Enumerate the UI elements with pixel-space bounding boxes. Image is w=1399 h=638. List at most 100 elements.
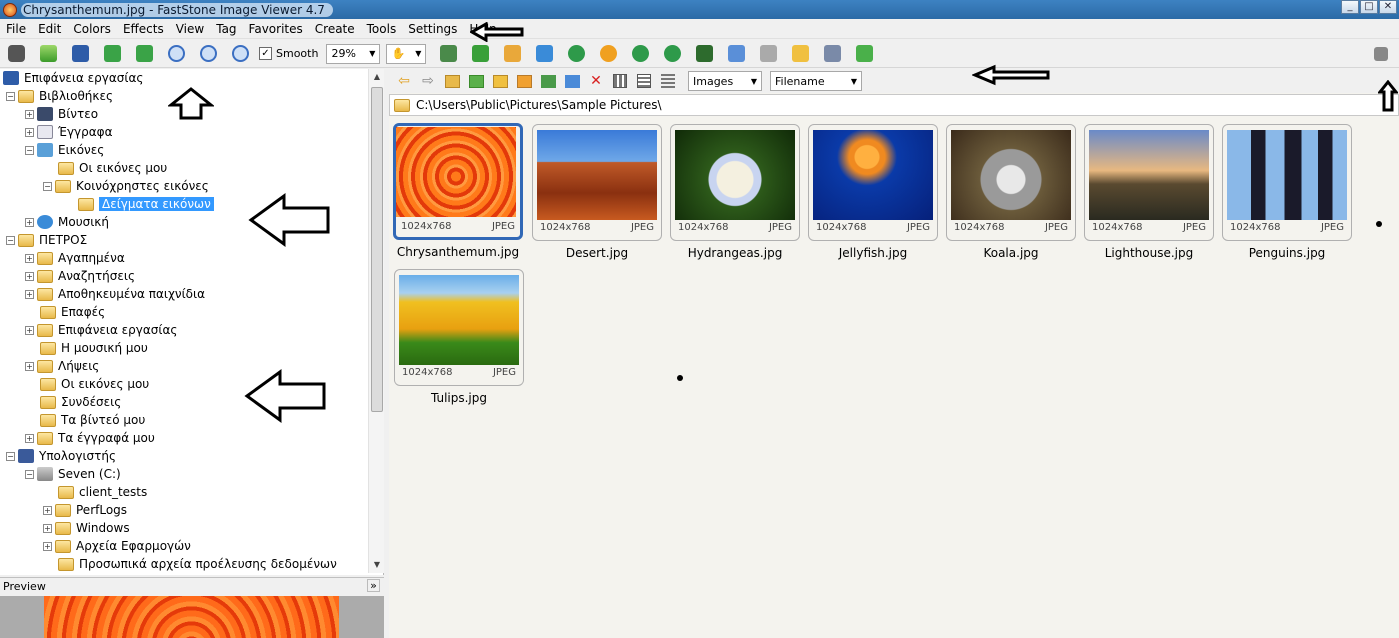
tree-node-my-music[interactable]: Η μουσική μου xyxy=(40,339,148,357)
expand-icon[interactable]: + xyxy=(25,433,34,443)
collapse-icon[interactable]: − xyxy=(25,145,34,155)
list-view-icon[interactable] xyxy=(635,72,653,90)
hand-tool-select[interactable]: ✋ ▼ xyxy=(386,43,427,64)
adjust-lighting-icon[interactable] xyxy=(596,42,620,66)
tree-node-sample-pictures[interactable]: Δείγματα εικόνων xyxy=(78,195,214,213)
next-image-icon[interactable] xyxy=(132,42,156,66)
collapse-icon[interactable]: − xyxy=(6,235,15,245)
resize-icon[interactable] xyxy=(468,42,492,66)
color-balance-icon[interactable] xyxy=(532,42,556,66)
email-icon[interactable] xyxy=(788,42,812,66)
collapse-icon[interactable]: − xyxy=(6,451,15,461)
print-icon[interactable] xyxy=(820,42,844,66)
tree-node-searches[interactable]: + Αναζητήσεις xyxy=(25,267,135,285)
zoom-select[interactable]: 29% ▼ xyxy=(326,43,381,64)
expand-icon[interactable]: + xyxy=(25,361,34,371)
canvas-icon[interactable] xyxy=(500,42,524,66)
refresh-folder-icon[interactable] xyxy=(467,72,485,90)
menu-settings[interactable]: Settings xyxy=(402,22,463,36)
tree-node-desktop[interactable]: Επιφάνεια εργασίας xyxy=(3,69,143,87)
settings-check-icon[interactable] xyxy=(852,42,876,66)
camera-icon[interactable] xyxy=(4,42,28,66)
actual-size-icon[interactable] xyxy=(228,42,252,66)
tree-node-drive-c[interactable]: − Seven (C:) xyxy=(25,465,121,483)
file-filter-select[interactable]: Images ▼ xyxy=(688,71,762,91)
new-folder-icon[interactable] xyxy=(491,72,509,90)
tree-node-client-tests[interactable]: client_tests xyxy=(58,483,147,501)
tree-node-computer[interactable]: − Υπολογιστής xyxy=(6,447,116,465)
tree-node-program-files[interactable]: + Αρχεία Εφαρμογών xyxy=(43,537,191,555)
forward-arrow-icon[interactable]: ⇨ xyxy=(419,72,437,90)
favorite-folder-icon[interactable] xyxy=(515,72,533,90)
maximize-button[interactable]: □ xyxy=(1360,0,1378,14)
delete-icon[interactable]: ✕ xyxy=(587,72,605,90)
expand-icon[interactable]: + xyxy=(43,505,52,515)
path-bar[interactable]: C:\Users\Public\Pictures\Sample Pictures… xyxy=(389,94,1399,116)
tree-node-links[interactable]: Συνδέσεις xyxy=(40,393,121,411)
tree-node-saved-games[interactable]: + Αποθηκευμένα παιχνίδια xyxy=(25,285,205,303)
collapse-icon[interactable]: − xyxy=(6,91,15,101)
menu-tools[interactable]: Tools xyxy=(361,22,403,36)
tree-node-my-videos[interactable]: Τα βίντεό μου xyxy=(40,411,145,429)
tree-node-contacts[interactable]: Επαφές xyxy=(40,303,105,321)
layout-menu-icon[interactable] xyxy=(1369,42,1393,66)
tree-scrollbar[interactable]: ▲ ▼ xyxy=(368,69,384,573)
sort-select[interactable]: Filename ▼ xyxy=(770,71,862,91)
folder-up-icon[interactable] xyxy=(443,72,461,90)
tree-node-data-sources[interactable]: Προσωπικά αρχεία προέλευσης δεδομένων xyxy=(58,555,337,573)
copy-to-icon[interactable] xyxy=(539,72,557,90)
rotate-right-icon[interactable] xyxy=(660,42,684,66)
expand-icon[interactable]: + xyxy=(25,109,34,119)
preview-toggle-icon[interactable]: » xyxy=(367,579,380,592)
thumbnail-card[interactable]: 1024x768 JPEG Penguins.jpg xyxy=(1222,124,1352,266)
move-to-icon[interactable] xyxy=(563,72,581,90)
prev-image-icon[interactable] xyxy=(100,42,124,66)
scanner-icon[interactable] xyxy=(756,42,780,66)
tree-node-windows[interactable]: + Windows xyxy=(43,519,130,537)
tree-node-user-desktop[interactable]: + Επιφάνεια εργασίας xyxy=(25,321,177,339)
collapse-icon[interactable]: − xyxy=(25,469,34,479)
expand-icon[interactable]: + xyxy=(25,127,34,137)
save-icon[interactable] xyxy=(68,42,92,66)
menu-tag[interactable]: Tag xyxy=(210,22,242,36)
menu-edit[interactable]: Edit xyxy=(32,22,67,36)
menu-favorites[interactable]: Favorites xyxy=(243,22,309,36)
expand-icon[interactable]: + xyxy=(25,325,34,335)
scrollbar-thumb[interactable] xyxy=(371,87,383,412)
tree-node-my-documents[interactable]: + Τα έγγραφά μου xyxy=(25,429,155,447)
menu-view[interactable]: View xyxy=(170,22,210,36)
tree-node-user[interactable]: − ΠΕΤΡΟΣ xyxy=(6,231,87,249)
tree-node-favorites[interactable]: + Αγαπημένα xyxy=(25,249,125,267)
app-icon[interactable] xyxy=(3,2,17,17)
open-folder-icon[interactable] xyxy=(36,42,60,66)
thumbnail-card[interactable]: 1024x768 JPEG Chrysanthemum.jpg xyxy=(393,123,523,265)
close-button[interactable]: ✕ xyxy=(1379,0,1397,14)
thumbnail-card[interactable]: 1024x768 JPEG Hydrangeas.jpg xyxy=(670,124,800,266)
scroll-up-icon[interactable]: ▲ xyxy=(369,69,385,85)
collapse-icon[interactable]: − xyxy=(43,181,52,191)
expand-icon[interactable]: + xyxy=(43,541,52,551)
thumbnail-card[interactable]: 1024x768 JPEG Tulips.jpg xyxy=(394,269,524,411)
slideshow-icon[interactable] xyxy=(724,42,748,66)
rotate-left-icon[interactable] xyxy=(628,42,652,66)
scroll-down-icon[interactable]: ▼ xyxy=(369,557,385,573)
tree-node-documents[interactable]: + Έγγραφα xyxy=(25,123,113,141)
expand-icon[interactable]: + xyxy=(43,523,52,533)
expand-icon[interactable]: + xyxy=(25,289,34,299)
crop-icon[interactable] xyxy=(436,42,460,66)
expand-icon[interactable]: + xyxy=(25,271,34,281)
smooth-checkbox[interactable]: ✓ xyxy=(259,47,272,60)
tree-node-pictures[interactable]: − Εικόνες xyxy=(25,141,104,159)
compare-icon[interactable] xyxy=(692,42,716,66)
tree-node-my-pictures[interactable]: Οι εικόνες μου xyxy=(58,159,167,177)
menu-colors[interactable]: Colors xyxy=(67,22,117,36)
thumbnails-view-icon[interactable] xyxy=(611,72,629,90)
tree-node-public-pictures[interactable]: − Κοινόχρηστες εικόνες xyxy=(43,177,209,195)
minimize-button[interactable]: _ xyxy=(1341,0,1359,14)
tree-node-downloads[interactable]: + Λήψεις xyxy=(25,357,99,375)
details-view-icon[interactable] xyxy=(659,72,677,90)
thumbnail-card[interactable]: 1024x768 JPEG Lighthouse.jpg xyxy=(1084,124,1214,266)
zoom-in-icon[interactable] xyxy=(164,42,188,66)
tree-node-music[interactable]: + Μουσική xyxy=(25,213,109,231)
expand-icon[interactable]: + xyxy=(25,253,34,263)
